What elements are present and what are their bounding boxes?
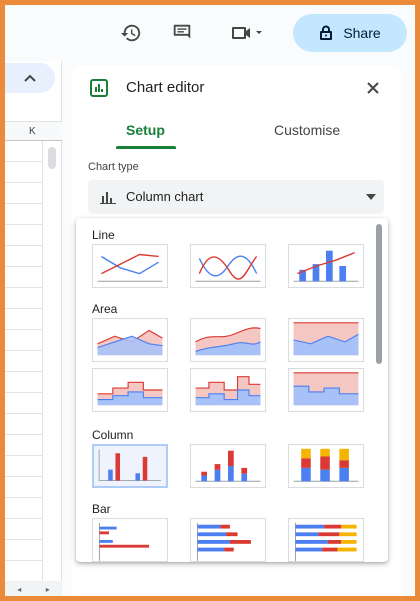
chart-type-dropdown: Line Area Column Bar (76, 218, 388, 562)
smooth-line-chart-option[interactable] (190, 244, 266, 288)
column-header[interactable]: K (5, 121, 62, 141)
bar-chart-icon (98, 522, 150, 561)
vertical-scrollbar[interactable] (43, 141, 61, 581)
combo-chart-option[interactable] (288, 244, 364, 288)
chart-type-value: Column chart (126, 189, 204, 204)
100-percent-stacked-bar-chart-option[interactable] (288, 518, 364, 562)
section-label-column: Column (92, 428, 134, 442)
collapse-toolbar-button[interactable] (5, 63, 55, 93)
stacked-bar-chart-icon (196, 522, 251, 561)
stacked-bar-chart-option[interactable] (190, 518, 266, 562)
column-header-label: K (29, 126, 36, 137)
section-label-area: Area (92, 302, 118, 316)
history-icon[interactable] (117, 19, 145, 47)
editor-tabs: Setup Customise (72, 114, 402, 149)
stepped-area-chart-option[interactable] (92, 368, 168, 412)
smooth-area-chart-option[interactable] (190, 318, 266, 362)
active-tab-indicator (116, 146, 176, 149)
100-percent-area-chart-icon (293, 322, 359, 356)
tab-setup[interactable]: Setup (126, 122, 165, 138)
100-percent-stacked-column-chart-icon (293, 448, 359, 482)
comment-icon[interactable] (168, 19, 196, 47)
100-percent-stacked-column-chart-option[interactable] (288, 444, 364, 488)
chart-icon (90, 79, 108, 97)
combo-chart-icon (293, 250, 359, 282)
100-percent-stepped-area-chart-option[interactable] (288, 368, 364, 412)
100-percent-stepped-area-chart-icon (293, 372, 359, 406)
close-icon[interactable] (362, 77, 384, 99)
smooth-area-chart-icon (195, 327, 261, 356)
stacked-stepped-area-chart-icon (195, 376, 261, 406)
column-chart-option[interactable] (92, 444, 168, 488)
area-chart-option[interactable] (92, 318, 168, 362)
dropdown-arrow-icon (366, 194, 376, 200)
top-toolbar: Share (5, 5, 415, 61)
line-chart-icon (97, 253, 163, 282)
scroll-right-icon[interactable]: ▸ (46, 585, 50, 594)
100-percent-area-chart-option[interactable] (288, 318, 364, 362)
share-label: Share (343, 25, 381, 41)
panel-header: Chart editor (72, 66, 402, 110)
chevron-up-icon (24, 74, 36, 82)
smooth-line-chart-icon (195, 255, 261, 282)
horizontal-scrollbar[interactable]: ◂ ▸ (5, 581, 62, 597)
panel-title: Chart editor (126, 79, 205, 96)
chart-type-label: Chart type (88, 161, 139, 173)
stacked-column-chart-icon (195, 450, 261, 482)
scroll-left-icon[interactable]: ◂ (17, 585, 21, 594)
lock-icon (320, 25, 333, 40)
100-percent-stacked-bar-chart-icon (294, 522, 357, 561)
share-button[interactable]: Share (293, 14, 407, 52)
tab-customise[interactable]: Customise (274, 122, 340, 138)
chart-type-select[interactable]: Column chart (88, 180, 384, 214)
stepped-area-chart-icon (97, 381, 163, 406)
dropdown-scrollbar[interactable] (376, 224, 382, 364)
grid-rows[interactable] (5, 141, 43, 581)
stacked-stepped-area-chart-option[interactable] (190, 368, 266, 412)
line-chart-option[interactable] (92, 244, 168, 288)
spreadsheet-grid: K ◂ ▸ (5, 61, 62, 597)
chevron-down-icon (256, 31, 262, 34)
column-chart-icon (100, 192, 116, 204)
area-chart-icon (97, 329, 163, 356)
bar-chart-option[interactable] (92, 518, 168, 562)
scrollbar-thumb[interactable] (48, 147, 56, 169)
videocam-icon[interactable] (225, 19, 269, 47)
section-label-line: Line (92, 228, 115, 242)
stacked-column-chart-option[interactable] (190, 444, 266, 488)
section-label-bar: Bar (92, 502, 111, 516)
column-chart-icon (98, 449, 161, 481)
